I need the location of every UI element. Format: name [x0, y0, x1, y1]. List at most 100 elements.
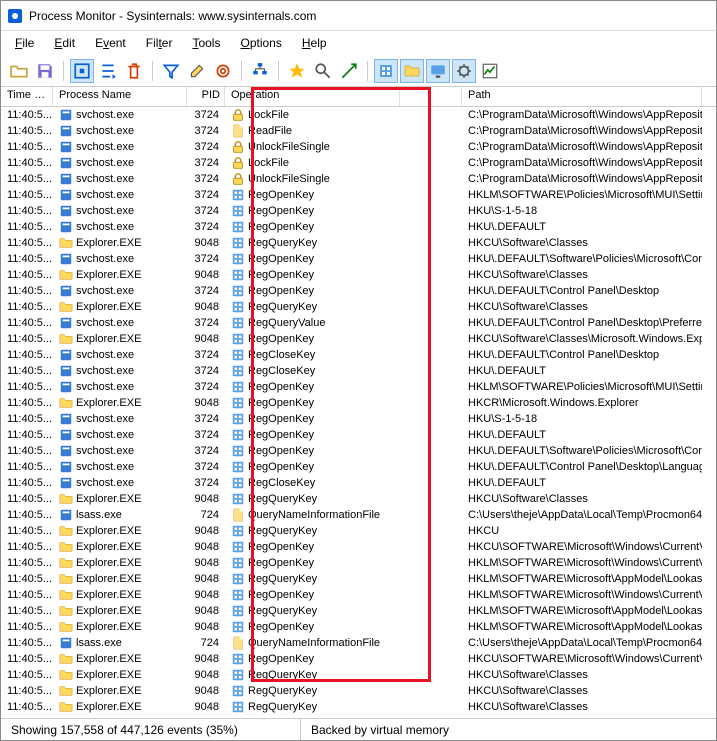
app-icon — [59, 172, 73, 186]
reg-icon — [231, 300, 245, 314]
table-row[interactable]: 11:40:5...svchost.exe3724RegOpenKeyHKU\S… — [1, 411, 716, 427]
table-row[interactable]: 11:40:5...svchost.exe3724RegOpenKeyHKU\.… — [1, 459, 716, 475]
table-row[interactable]: 11:40:5...Explorer.EXE9048RegOpenKeyHKCU… — [1, 331, 716, 347]
table-row[interactable]: 11:40:5...Explorer.EXE9048RegQueryKeyHKC… — [1, 299, 716, 315]
highlight-button[interactable] — [185, 59, 209, 83]
filesystem-toggle[interactable] — [400, 59, 424, 83]
column-pid[interactable]: PID — [187, 87, 225, 106]
process-toggle[interactable] — [452, 59, 476, 83]
event-properties-button[interactable] — [285, 59, 309, 83]
reg-icon — [231, 220, 245, 234]
window-title: Process Monitor - Sysinternals: www.sysi… — [29, 9, 316, 23]
table-row[interactable]: 11:40:5...svchost.exe3724LockFileC:\Prog… — [1, 155, 716, 171]
capture-button[interactable] — [70, 59, 94, 83]
table-row[interactable]: 11:40:5...Explorer.EXE9048RegOpenKeyHKCU… — [1, 267, 716, 283]
table-row[interactable]: 11:40:5...Explorer.EXE9048RegOpenKeyHKCR… — [1, 395, 716, 411]
app-icon — [7, 8, 23, 24]
cell-pid: 3724 — [187, 285, 225, 297]
event-grid[interactable]: Time o... Process Name PID Operation Pat… — [1, 87, 716, 718]
table-row[interactable]: 11:40:5...svchost.exe3724UnlockFileSingl… — [1, 139, 716, 155]
cell-pid: 3724 — [187, 445, 225, 457]
cell-path: C:\Users\theje\AppData\Local\Temp\Procmo… — [462, 637, 702, 649]
column-time[interactable]: Time o... — [1, 87, 53, 106]
open-button[interactable] — [7, 59, 31, 83]
table-row[interactable]: 11:40:5...Explorer.EXE9048RegOpenKeyHKLM… — [1, 619, 716, 635]
cell-time: 11:40:5... — [1, 333, 53, 345]
table-row[interactable]: 11:40:5...Explorer.EXE9048RegOpenKeyHKCU… — [1, 651, 716, 667]
table-row[interactable]: 11:40:5...svchost.exe3724RegCloseKeyHKU\… — [1, 363, 716, 379]
cell-path: HKU\.DEFAULT\Control Panel\Desktop — [462, 285, 702, 297]
process-tree-button[interactable] — [248, 59, 272, 83]
table-row[interactable]: 11:40:5...Explorer.EXE9048RegQueryKeyHKL… — [1, 571, 716, 587]
reg-icon — [231, 684, 245, 698]
filter-button[interactable] — [159, 59, 183, 83]
menu-filter[interactable]: Filter — [138, 34, 181, 52]
cell-operation: RegQueryKey — [225, 492, 400, 506]
table-row[interactable]: 11:40:5...Explorer.EXE9048RegOpenKeyHKLM… — [1, 587, 716, 603]
table-row[interactable]: 11:40:5...svchost.exe3724LockFileC:\Prog… — [1, 107, 716, 123]
table-row[interactable]: 11:40:5...svchost.exe3724ReadFileC:\Prog… — [1, 123, 716, 139]
cell-process: svchost.exe — [53, 204, 187, 218]
table-row[interactable]: 11:40:5...Explorer.EXE9048RegOpenKeyHKLM… — [1, 555, 716, 571]
table-row[interactable]: 11:40:5...svchost.exe3724RegOpenKeyHKU\.… — [1, 219, 716, 235]
reg-icon — [231, 412, 245, 426]
table-row[interactable]: 11:40:5...svchost.exe3724RegOpenKeyHKLM\… — [1, 379, 716, 395]
cell-process: svchost.exe — [53, 380, 187, 394]
table-row[interactable]: 11:40:5...svchost.exe3724RegOpenKeyHKU\.… — [1, 251, 716, 267]
table-row[interactable]: 11:40:5...svchost.exe3724RegOpenKeyHKU\S… — [1, 203, 716, 219]
autoscroll-button[interactable] — [96, 59, 120, 83]
reg-icon — [231, 476, 245, 490]
folder-icon — [59, 684, 73, 698]
cell-path: HKU\S-1-5-18 — [462, 205, 702, 217]
table-row[interactable]: 11:40:5...svchost.exe3724UnlockFileSingl… — [1, 171, 716, 187]
table-row[interactable]: 11:40:5...Explorer.EXE9048RegQueryKeyHKC… — [1, 235, 716, 251]
table-row[interactable]: 11:40:5...Explorer.EXE9048RegQueryKeyHKC… — [1, 491, 716, 507]
clear-button[interactable] — [122, 59, 146, 83]
table-row[interactable]: 11:40:5...svchost.exe3724RegCloseKeyHKU\… — [1, 475, 716, 491]
folder-icon — [59, 652, 73, 666]
cell-path: HKLM\SOFTWARE\Policies\Microsoft\MUI\Set… — [462, 189, 702, 201]
profiling-toggle[interactable] — [478, 59, 502, 83]
menu-tools[interactable]: Tools — [184, 34, 228, 52]
cell-operation: RegOpenKey — [225, 588, 400, 602]
network-toggle[interactable] — [426, 59, 450, 83]
table-row[interactable]: 11:40:5...Explorer.EXE9048RegQueryKeyHKC… — [1, 523, 716, 539]
menu-options[interactable]: Options — [232, 34, 289, 52]
jump-button[interactable] — [337, 59, 361, 83]
table-row[interactable]: 11:40:5...lsass.exe724QueryNameInformati… — [1, 507, 716, 523]
menu-help[interactable]: Help — [294, 34, 335, 52]
cell-time: 11:40:5... — [1, 397, 53, 409]
cell-path: HKLM\SOFTWARE\Microsoft\Windows\CurrentV… — [462, 557, 702, 569]
table-row[interactable]: 11:40:5...Explorer.EXE9048RegQueryKeyHKL… — [1, 603, 716, 619]
save-button[interactable] — [33, 59, 57, 83]
column-process[interactable]: Process Name — [53, 87, 187, 106]
cell-process: Explorer.EXE — [53, 700, 187, 714]
menu-event[interactable]: Event — [87, 34, 134, 52]
cell-pid: 3724 — [187, 413, 225, 425]
table-row[interactable]: 11:40:5...svchost.exe3724RegOpenKeyHKU\.… — [1, 427, 716, 443]
cell-time: 11:40:5... — [1, 173, 53, 185]
column-result[interactable] — [400, 87, 462, 106]
cell-path: HKLM\SOFTWARE\Policies\Microsoft\MUI\Set… — [462, 381, 702, 393]
menu-file[interactable]: File — [7, 34, 42, 52]
cell-operation: LockFile — [225, 108, 400, 122]
table-row[interactable]: 11:40:5...svchost.exe3724RegOpenKeyHKLM\… — [1, 187, 716, 203]
table-row[interactable]: 11:40:5...Explorer.EXE9048RegQueryKeyHKC… — [1, 699, 716, 715]
reg-icon — [231, 316, 245, 330]
table-row[interactable]: 11:40:5...Explorer.EXE9048RegQueryKeyHKC… — [1, 683, 716, 699]
column-operation[interactable]: Operation — [225, 87, 400, 106]
cell-path: HKCU\SOFTWARE\Microsoft\Windows\CurrentV… — [462, 541, 702, 553]
column-path[interactable]: Path — [462, 87, 702, 106]
menu-edit[interactable]: Edit — [46, 34, 83, 52]
table-row[interactable]: 11:40:5...svchost.exe3724RegCloseKeyHKU\… — [1, 347, 716, 363]
include-button[interactable] — [211, 59, 235, 83]
table-row[interactable]: 11:40:5...lsass.exe724QueryNameInformati… — [1, 635, 716, 651]
table-row[interactable]: 11:40:5...Explorer.EXE9048RegOpenKeyHKCU… — [1, 539, 716, 555]
app-icon — [59, 476, 73, 490]
table-row[interactable]: 11:40:5...svchost.exe3724RegQueryValueHK… — [1, 315, 716, 331]
table-row[interactable]: 11:40:5...svchost.exe3724RegOpenKeyHKU\.… — [1, 443, 716, 459]
table-row[interactable]: 11:40:5...Explorer.EXE9048RegQueryKeyHKC… — [1, 667, 716, 683]
find-button[interactable] — [311, 59, 335, 83]
registry-toggle[interactable] — [374, 59, 398, 83]
table-row[interactable]: 11:40:5...svchost.exe3724RegOpenKeyHKU\.… — [1, 283, 716, 299]
